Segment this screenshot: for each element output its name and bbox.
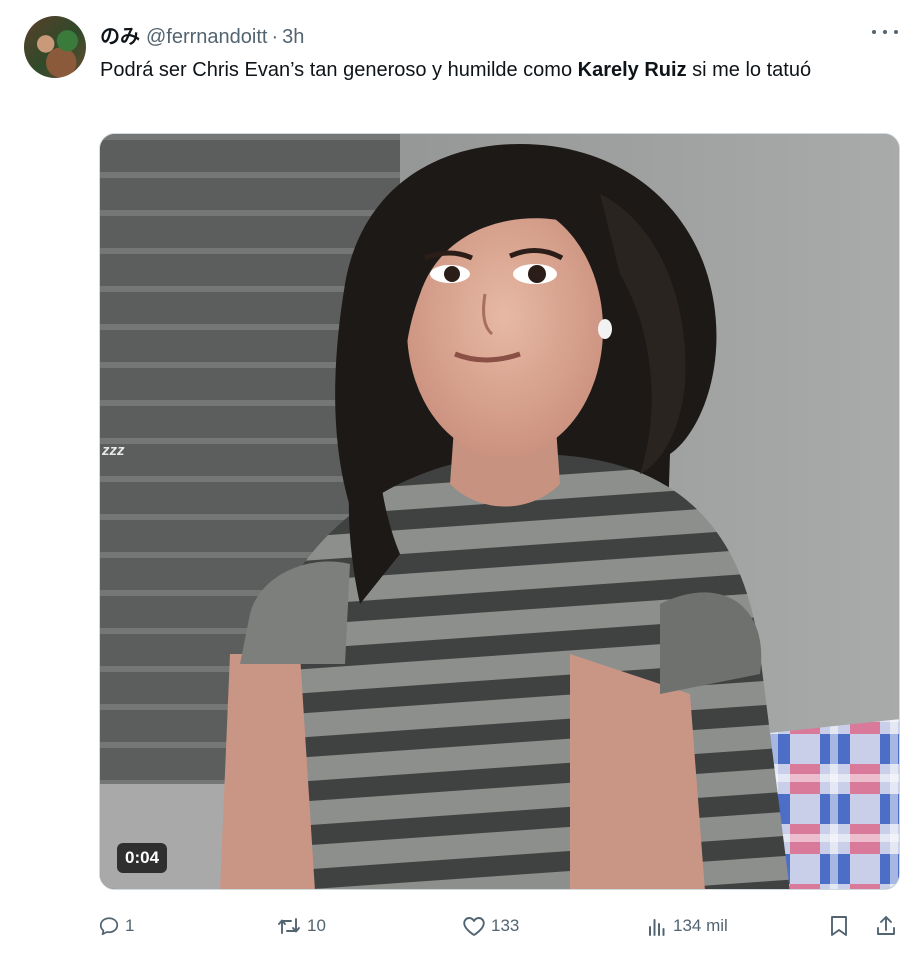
reply-icon [98, 915, 120, 937]
like-count: 133 [491, 916, 520, 935]
tweet-text-part: Podrá ser Chris Evan’s tan generoso y hu… [100, 59, 578, 81]
repost-icon [276, 915, 302, 937]
tweet-text-part-end: si me lo tatuó [686, 59, 812, 81]
reply-button[interactable]: 1 [98, 906, 134, 946]
tweet-text: Podrá ser Chris Evan’s tan generoso y hu… [100, 55, 880, 85]
like-button[interactable]: 133 [462, 906, 519, 946]
views-icon [646, 915, 668, 937]
tweet-header: のみ @ferrnandoitt · 3h [100, 20, 304, 49]
video-duration-badge: 0:04 [117, 843, 168, 873]
bookmark-button[interactable] [829, 906, 849, 946]
reply-count: 1 [125, 916, 135, 935]
share-button[interactable] [874, 906, 898, 946]
repost-count: 10 [307, 916, 326, 935]
video-frame [100, 134, 899, 889]
more-icon [872, 30, 876, 34]
repost-button[interactable]: 10 [276, 906, 326, 946]
header-separator: · [271, 26, 279, 48]
tweet-timestamp[interactable]: 3h [282, 26, 304, 49]
author-display-name[interactable]: のみ [100, 20, 140, 49]
share-icon [874, 914, 898, 938]
bookmark-icon [829, 914, 849, 938]
views-count: 134 mil [673, 916, 728, 935]
tweet-text-bold: Karely Ruiz [577, 59, 687, 81]
video-overlay-text: zzz [102, 442, 125, 459]
author-handle[interactable]: @ferrnandoitt [146, 26, 267, 49]
heart-icon [462, 915, 486, 937]
author-avatar[interactable] [24, 16, 86, 78]
tweet-actions: 1 10 133 134 mil [0, 906, 920, 946]
more-options-button[interactable] [872, 22, 898, 42]
views-button[interactable]: 134 mil [646, 906, 728, 946]
video-player[interactable]: zzz 0:04 [99, 133, 900, 890]
